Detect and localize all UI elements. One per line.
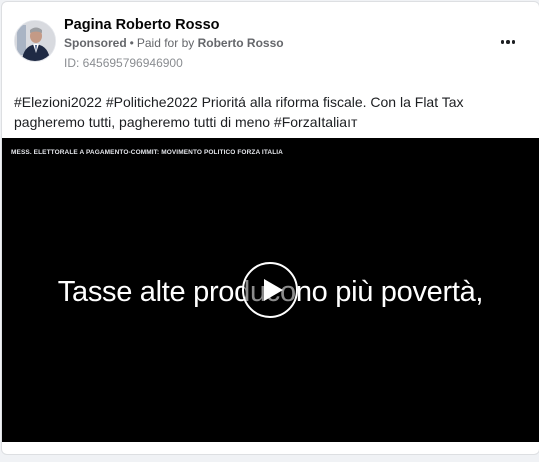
ad-id: ID: 645695796946900 bbox=[64, 56, 183, 70]
paid-for-by-name[interactable]: Roberto Rosso bbox=[198, 36, 284, 50]
more-options-button[interactable] bbox=[495, 32, 521, 52]
sponsored-line: Sponsored • Paid for by Roberto Rosso bbox=[64, 36, 284, 50]
sponsored-label: Sponsored bbox=[64, 36, 127, 50]
paid-for-by-label: Paid for by bbox=[136, 36, 195, 50]
separator-dot: • bbox=[129, 36, 134, 50]
play-button[interactable] bbox=[242, 262, 298, 318]
page-name[interactable]: Pagina Roberto Rosso bbox=[64, 17, 220, 33]
video-disclaimer-caption: MESS. ELETTORALE A PAGAMENTO-COMMIT: MOV… bbox=[11, 149, 283, 156]
more-options-icon bbox=[500, 40, 505, 44]
play-icon bbox=[264, 279, 283, 301]
avatar[interactable] bbox=[14, 20, 56, 62]
video-player[interactable]: MESS. ELETTORALE A PAGAMENTO-COMMIT: MOV… bbox=[2, 138, 539, 442]
ad-card: Pagina Roberto Rosso Sponsored • Paid for … bbox=[1, 1, 539, 455]
post-text: #Elezioni2022 #Politiche2022 Prioritá al… bbox=[14, 94, 464, 130]
profile-photo-icon bbox=[15, 21, 55, 61]
